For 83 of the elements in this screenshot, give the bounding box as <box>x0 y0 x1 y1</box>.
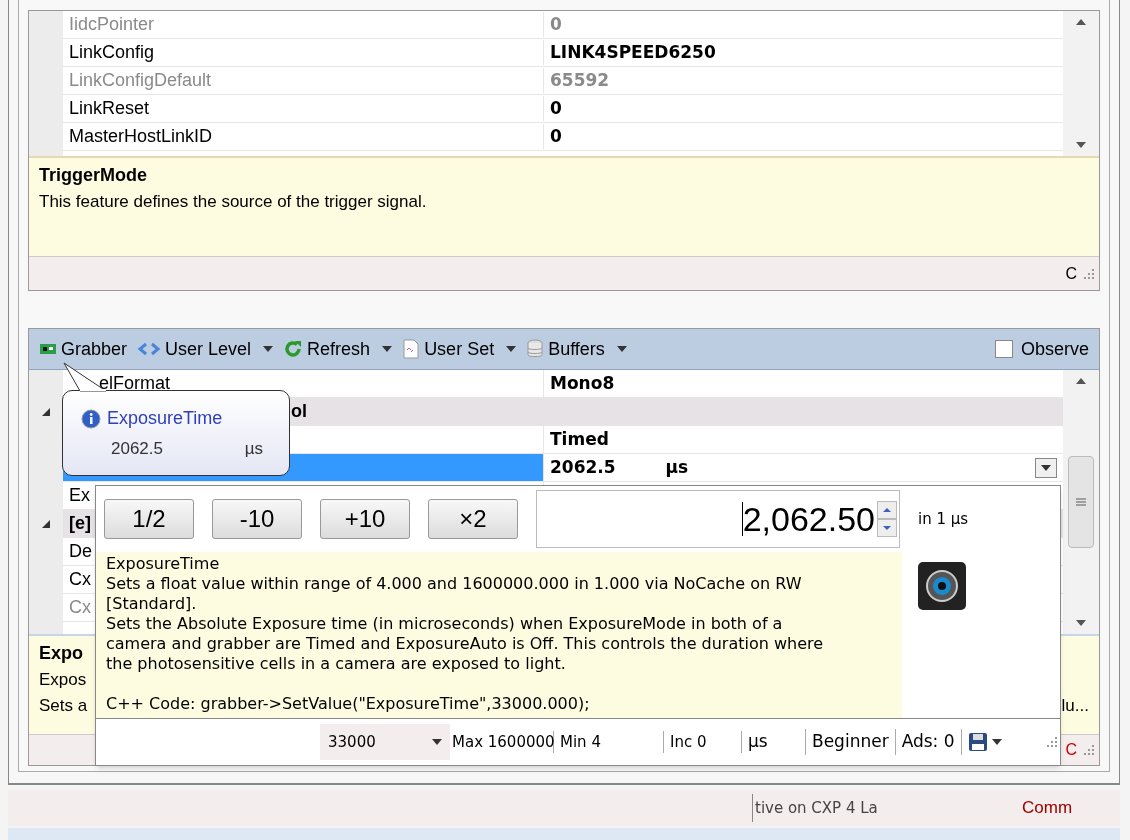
property-row[interactable]: LinkReset 0 <box>63 95 1063 123</box>
caret-icon[interactable] <box>506 346 517 352</box>
help-text: the photosensitive cells in a camera are exposed to light. <box>106 654 566 674</box>
spin-down-icon[interactable] <box>877 519 897 537</box>
property-name: Cx <box>69 596 91 619</box>
help-text: camera and grabber are Timed and ExposureAuto is Off. This controls the duration where <box>106 634 824 654</box>
status-text: C <box>1065 263 1077 284</box>
resize-grip-icon[interactable] <box>1083 744 1095 756</box>
scroll-down-icon[interactable] <box>1076 142 1086 148</box>
grip-lines-icon <box>1076 498 1086 506</box>
dropdown-button[interactable] <box>1035 457 1057 478</box>
camera-lens-icon <box>918 562 966 610</box>
caret-icon[interactable] <box>432 739 442 745</box>
property-row[interactable]: MasterHostLinkID 0 <box>63 123 1063 151</box>
number-field[interactable]: 2,062.50 <box>536 490 900 548</box>
document-icon <box>402 339 421 359</box>
caret-icon[interactable] <box>1041 464 1051 471</box>
property-name: De <box>69 540 92 563</box>
toolbar-button[interactable]: Grabber <box>39 335 128 363</box>
status-text: C <box>1065 740 1077 760</box>
property-name: Ex <box>69 484 90 507</box>
caret-icon[interactable] <box>382 346 393 352</box>
database-icon <box>526 339 545 359</box>
toolbar-button[interactable]: User Level <box>137 335 274 363</box>
toolbar-button[interactable]: Buffers <box>526 335 627 363</box>
code-text: C++ Code: grabber->SetValue("ExposureTime",33000.000); <box>106 694 590 714</box>
info-icon <box>81 408 101 429</box>
caret-icon[interactable] <box>263 346 274 352</box>
min-label: Min 4 <box>554 730 664 754</box>
scroll-up-icon[interactable] <box>1076 378 1086 384</box>
property-value: Mono8 <box>550 371 615 395</box>
scroll-up-icon[interactable] <box>1076 19 1086 25</box>
ads-label: Ads: 0 <box>895 729 962 755</box>
property-name[interactable]: LinkConfig <box>63 39 543 66</box>
user-level-label: Beginner <box>806 729 896 755</box>
unit-label: µs <box>742 729 806 755</box>
property-name[interactable]: MasterHostLinkID <box>63 123 543 150</box>
property-name[interactable]: LinkReset <box>63 95 543 122</box>
preset-dropdown[interactable]: 33000 <box>320 724 450 760</box>
increment-label: in 1 µs <box>918 508 969 530</box>
help-text: Sets the Absolute Exposure time (in microseconds) when ExposureMode in both of a <box>106 614 783 634</box>
property-name: elFormat <box>99 372 170 395</box>
description-text: Expos <box>39 669 87 691</box>
description-text: This feature defines the source of the trigger signal. <box>39 191 428 213</box>
refresh-icon <box>283 339 304 359</box>
toolbar-button[interactable]: Refresh <box>283 335 393 363</box>
connection-status: Comm <box>1022 797 1073 820</box>
caret-icon[interactable] <box>616 346 627 352</box>
category-name: ol <box>291 400 307 423</box>
resize-grip-icon[interactable] <box>1046 736 1058 748</box>
step-button[interactable]: +10 <box>320 499 410 539</box>
step-button[interactable]: -10 <box>212 499 302 539</box>
toolbar-button[interactable]: User Set <box>402 335 517 363</box>
help-text: Sets a float value within range of 4.000 and 1600000.000 in 1.000 via NoCache on RW <box>106 574 802 594</box>
property-row[interactable]: LinkConfig LINK4SPEED6250 <box>63 39 1063 67</box>
spin-up-icon[interactable] <box>877 501 897 519</box>
expand-arrow-icon[interactable] <box>42 408 50 416</box>
scrollbar[interactable] <box>1063 370 1099 634</box>
observe-checkbox[interactable]: Observe <box>994 335 1089 363</box>
help-text: [Standard]. <box>106 594 197 614</box>
help-text: ExposureTime <box>106 554 220 574</box>
category-name: [e] <box>69 512 91 535</box>
step-button[interactable]: ×2 <box>428 499 518 539</box>
inc-label: Inc 0 <box>664 730 742 754</box>
description-title: Expo <box>39 642 83 665</box>
card-icon <box>39 342 57 356</box>
max-label: Max 1600000 <box>450 730 554 754</box>
step-button[interactable]: 1/2 <box>104 499 194 539</box>
scroll-thumb[interactable] <box>1068 456 1094 548</box>
caret-icon[interactable] <box>991 739 1002 745</box>
unit-label: µs <box>665 455 689 479</box>
status-message: tive on CXP 4 La <box>752 794 1022 822</box>
scrollbar[interactable] <box>1063 11 1099 156</box>
expand-arrow-icon[interactable] <box>42 520 50 528</box>
property-name: Cx <box>69 568 91 591</box>
description-title: TriggerMode <box>39 164 148 187</box>
property-value: Timed <box>550 427 609 451</box>
chevrons-icon <box>137 342 162 356</box>
scroll-down-icon[interactable] <box>1076 620 1086 626</box>
property-value: 2062.5 <box>550 455 616 479</box>
resize-grip-icon[interactable] <box>1083 267 1095 280</box>
description-text: Sets a <box>39 694 88 717</box>
description-text: lu... <box>1061 694 1089 717</box>
